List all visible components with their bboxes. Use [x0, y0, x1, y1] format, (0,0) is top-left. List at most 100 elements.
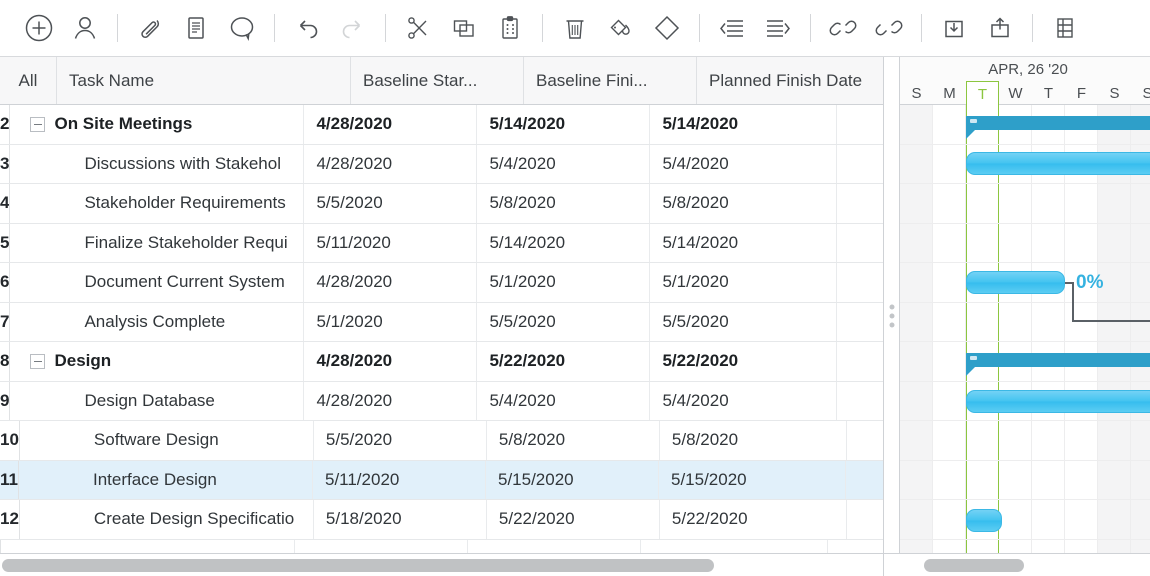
attachment-icon[interactable] — [127, 5, 173, 51]
task-name-cell[interactable]: Stakeholder Requirements — [10, 184, 304, 223]
undo-icon[interactable] — [284, 5, 330, 51]
comment-icon[interactable] — [219, 5, 265, 51]
baseline-finish-cell[interactable]: 5/1/2020 — [477, 263, 650, 302]
fill-color-icon[interactable] — [598, 5, 644, 51]
baseline-start-cell[interactable]: 5/1/2020 — [304, 303, 477, 342]
column-header-task-name[interactable]: Task Name — [57, 57, 351, 104]
indent-icon[interactable] — [755, 5, 801, 51]
column-header-baseline-finish[interactable]: Baseline Fini... — [524, 57, 697, 104]
planned-finish-cell[interactable]: 5/5/2020 — [650, 303, 837, 342]
assign-resource-icon[interactable] — [62, 5, 108, 51]
baseline-start-cell[interactable]: 4/28/2020 — [304, 105, 477, 144]
delete-icon[interactable] — [552, 5, 598, 51]
baseline-finish-cell[interactable]: 5/22/2020 — [487, 500, 660, 539]
gantt-bar-summary[interactable] — [966, 353, 1150, 367]
baseline-start-cell[interactable]: 4/28/2020 — [304, 145, 477, 184]
grid-horizontal-scrollbar[interactable] — [0, 554, 884, 576]
planned-finish-cell[interactable]: 5/8/2020 — [660, 421, 847, 460]
table-row[interactable]: 4Stakeholder Requirements5/5/20205/8/202… — [0, 184, 883, 224]
baseline-finish-cell[interactable]: 5/5/2020 — [477, 303, 650, 342]
baseline-start-cell[interactable]: 5/11/2020 — [313, 461, 486, 500]
timeline-day-0[interactable]: S — [900, 81, 933, 105]
planned-finish-cell[interactable]: 5/8/2020 — [650, 184, 837, 223]
planned-finish-cell[interactable]: 5/22/2020 — [650, 342, 837, 381]
gantt-bar-summary[interactable] — [966, 116, 1150, 130]
task-name-cell[interactable]: Create Design Specificatio — [20, 500, 314, 539]
outdent-icon[interactable] — [709, 5, 755, 51]
grid-scrollbar-thumb[interactable] — [2, 559, 714, 572]
baseline-start-cell[interactable]: 5/5/2020 — [314, 421, 487, 460]
cut-icon[interactable] — [395, 5, 441, 51]
baseline-start-cell[interactable]: 4/28/2020 — [304, 382, 477, 421]
baseline-finish-cell[interactable]: 5/4/2020 — [477, 382, 650, 421]
task-name-cell[interactable]: Interface Design — [19, 461, 313, 500]
baseline-finish-cell[interactable]: 5/8/2020 — [477, 184, 650, 223]
link-task-icon[interactable] — [820, 5, 866, 51]
column-header-all[interactable]: All — [0, 57, 57, 104]
table-row[interactable]: 10Software Design5/5/20205/8/20205/8/202… — [0, 421, 883, 461]
timeline-day-3[interactable]: W — [999, 81, 1032, 105]
copy-icon[interactable] — [441, 5, 487, 51]
gantt-horizontal-scrollbar[interactable] — [884, 554, 1150, 576]
baseline-finish-cell[interactable]: 5/14/2020 — [477, 224, 650, 263]
column-header-planned-finish[interactable]: Planned Finish Date — [697, 57, 884, 104]
milestone-icon[interactable] — [644, 5, 690, 51]
import-icon[interactable] — [931, 5, 977, 51]
task-name-cell[interactable]: Document Current System — [10, 263, 304, 302]
task-name-cell[interactable]: Design — [10, 342, 304, 381]
planned-finish-cell[interactable]: 5/1/2020 — [650, 263, 837, 302]
planned-finish-cell[interactable]: 5/4/2020 — [650, 145, 837, 184]
timeline-day-7[interactable]: S — [1131, 81, 1150, 105]
gantt-bar-task[interactable] — [966, 271, 1065, 294]
pane-splitter[interactable] — [884, 57, 900, 575]
export-icon[interactable] — [977, 5, 1023, 51]
planned-finish-cell[interactable]: 5/22/2020 — [660, 500, 847, 539]
notes-icon[interactable] — [173, 5, 219, 51]
collapse-toggle-icon[interactable] — [30, 117, 45, 132]
task-name-cell[interactable]: On Site Meetings — [10, 105, 304, 144]
baseline-finish-cell[interactable]: 5/8/2020 — [487, 421, 660, 460]
table-row[interactable]: 7Analysis Complete5/1/20205/5/20205/5/20… — [0, 303, 883, 343]
table-row[interactable]: 12Create Design Specificatio5/18/20205/2… — [0, 500, 883, 540]
baseline-finish-cell[interactable]: 5/14/2020 — [477, 105, 650, 144]
task-name-cell[interactable]: Analysis Complete — [10, 303, 304, 342]
task-name-cell[interactable]: Discussions with Stakehol — [10, 145, 304, 184]
baseline-start-cell[interactable]: 5/18/2020 — [314, 500, 487, 539]
baseline-start-cell[interactable]: 4/28/2020 — [304, 342, 477, 381]
paste-icon[interactable] — [487, 5, 533, 51]
timeline-day-6[interactable]: S — [1098, 81, 1131, 105]
timeline-day-5[interactable]: F — [1065, 81, 1098, 105]
baseline-finish-cell[interactable]: 5/22/2020 — [477, 342, 650, 381]
table-row[interactable]: 2On Site Meetings4/28/20205/14/20205/14/… — [0, 105, 883, 145]
timeline-day-1[interactable]: M — [933, 81, 966, 105]
table-row[interactable]: 3Discussions with Stakehol4/28/20205/4/2… — [0, 145, 883, 185]
column-header-baseline-start[interactable]: Baseline Star... — [351, 57, 524, 104]
baseline-start-cell[interactable]: 4/28/2020 — [304, 263, 477, 302]
table-row[interactable]: 6Document Current System4/28/20205/1/202… — [0, 263, 883, 303]
timeline-day-4[interactable]: T — [1032, 81, 1065, 105]
collapse-toggle-icon[interactable] — [30, 354, 45, 369]
table-row[interactable]: 5Finalize Stakeholder Requi5/11/20205/14… — [0, 224, 883, 264]
planned-finish-cell[interactable]: 5/14/2020 — [650, 105, 837, 144]
columns-icon[interactable] — [1042, 5, 1088, 51]
timeline-day-2[interactable]: T — [966, 81, 999, 106]
redo-icon[interactable] — [330, 5, 376, 51]
baseline-finish-cell[interactable]: 5/4/2020 — [477, 145, 650, 184]
task-name-cell[interactable]: Finalize Stakeholder Requi — [10, 224, 304, 263]
gantt-bar-task[interactable] — [966, 390, 1150, 413]
table-row[interactable]: 11Interface Design5/11/20205/15/20205/15… — [0, 461, 883, 501]
task-name-cell[interactable]: Design Database — [10, 382, 304, 421]
add-task-icon[interactable] — [16, 5, 62, 51]
task-name-cell[interactable]: Software Design — [20, 421, 314, 460]
planned-finish-cell[interactable]: 5/14/2020 — [650, 224, 837, 263]
planned-finish-cell[interactable]: 5/15/2020 — [659, 461, 846, 500]
planned-finish-cell[interactable]: 5/4/2020 — [650, 382, 837, 421]
baseline-start-cell[interactable]: 5/5/2020 — [304, 184, 477, 223]
gantt-bar-task[interactable] — [966, 152, 1150, 175]
gantt-bar-task[interactable] — [966, 509, 1002, 532]
baseline-start-cell[interactable]: 5/11/2020 — [304, 224, 477, 263]
table-row[interactable]: 8Design4/28/20205/22/20205/22/2020 — [0, 342, 883, 382]
unlink-task-icon[interactable] — [866, 5, 912, 51]
gantt-scrollbar-thumb[interactable] — [924, 559, 1024, 572]
baseline-finish-cell[interactable]: 5/15/2020 — [486, 461, 659, 500]
